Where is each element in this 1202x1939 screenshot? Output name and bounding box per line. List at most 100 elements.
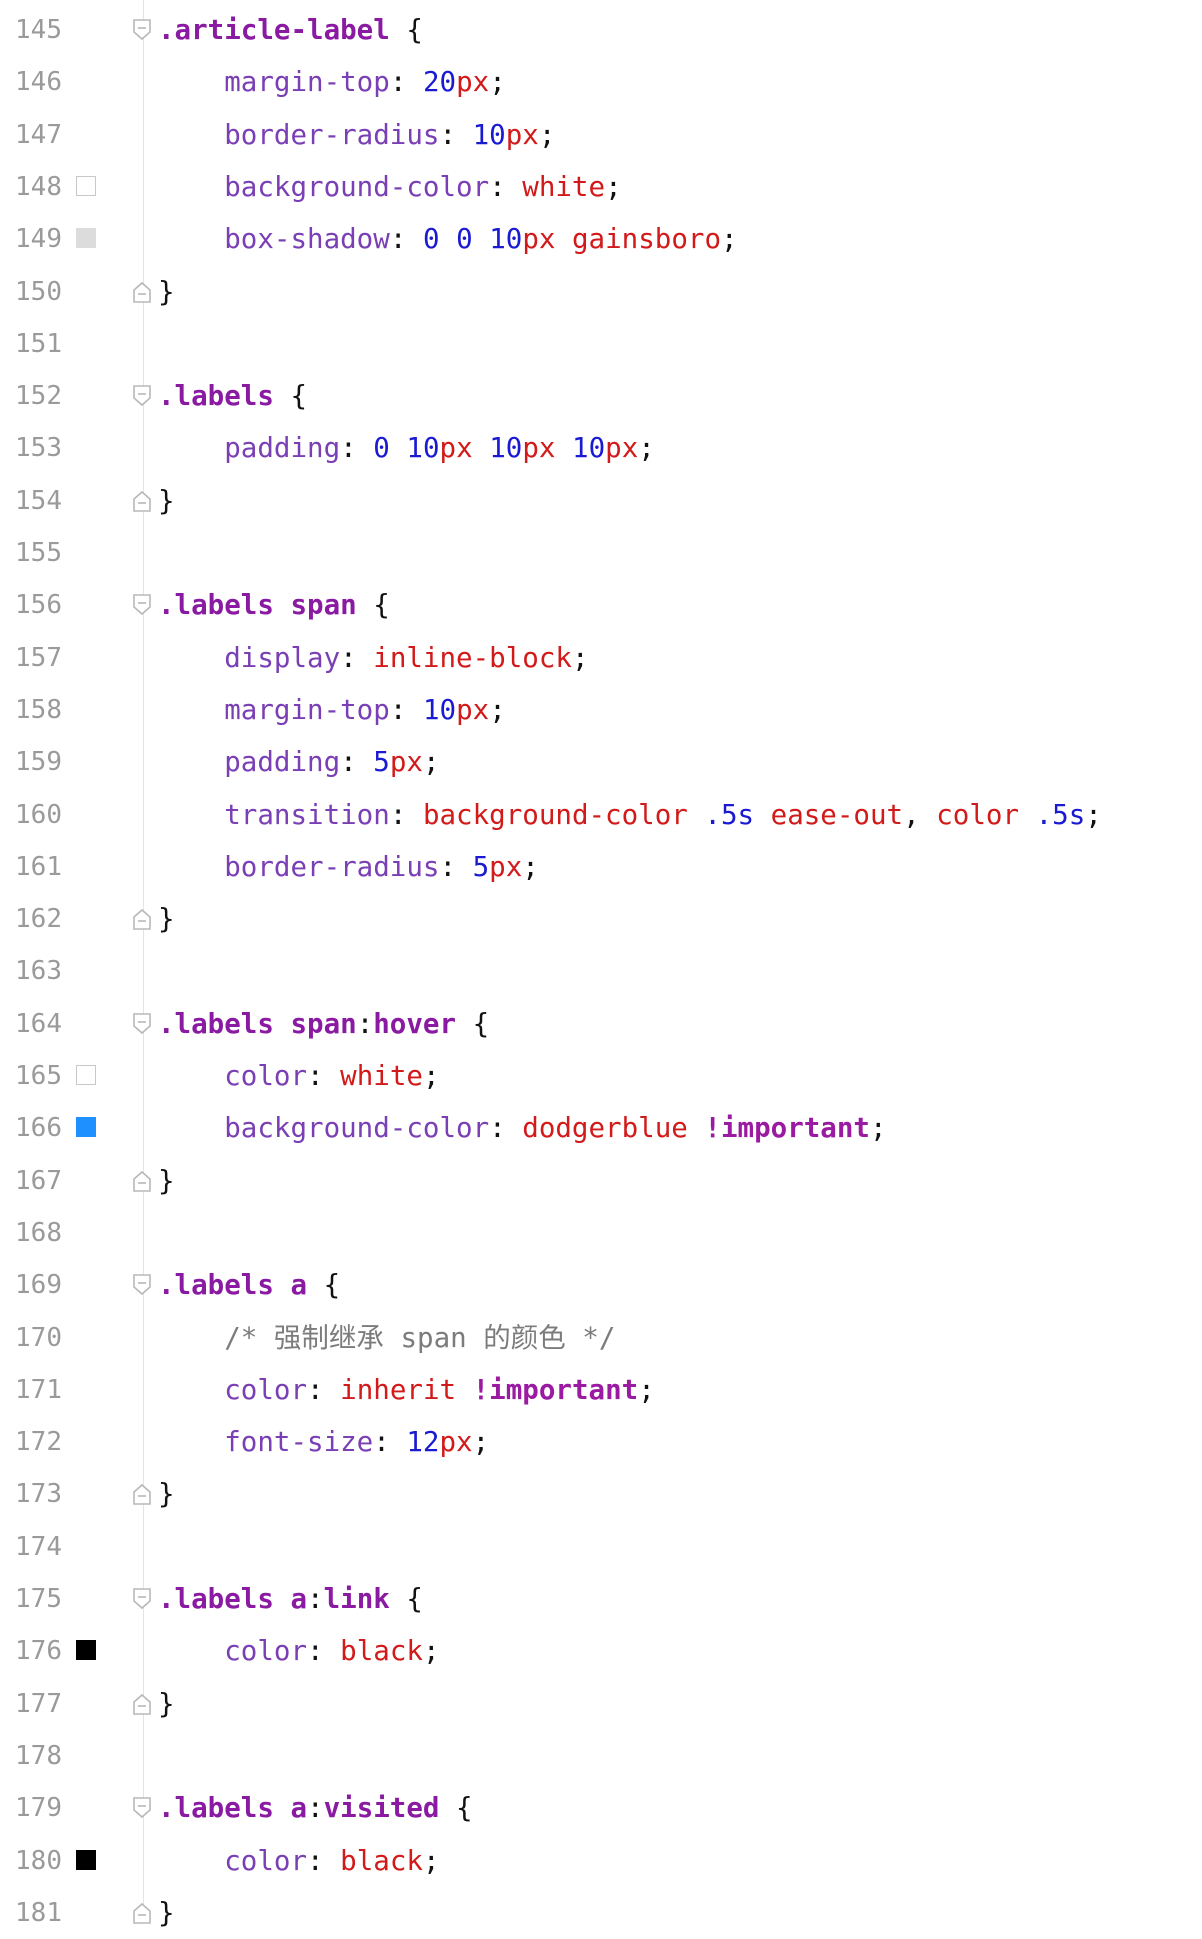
code-line[interactable]: 150} <box>0 266 1202 318</box>
line-number: 163 <box>15 956 62 987</box>
code-text: color: inherit !important; <box>158 1364 655 1416</box>
code-line[interactable]: 149 box-shadow: 0 0 10px gainsboro; <box>0 213 1202 265</box>
code-token: color <box>936 798 1020 831</box>
fold-end-icon[interactable] <box>132 1483 152 1510</box>
code-line[interactable]: 147 border-radius: 10px; <box>0 109 1202 161</box>
code-token: : <box>356 1007 374 1040</box>
code-text: } <box>158 893 175 945</box>
code-line[interactable]: 175 .labels a:link { <box>0 1573 1202 1625</box>
code-token: ; <box>422 1060 440 1092</box>
code-line[interactable]: 157 display: inline-block; <box>0 632 1202 684</box>
fold-collapse-icon[interactable] <box>132 594 152 621</box>
code-line[interactable]: 165 color: white; <box>0 1050 1202 1102</box>
code-token: px <box>456 66 490 99</box>
color-swatch-icon[interactable] <box>76 1065 96 1085</box>
fold-end-icon[interactable] <box>132 1693 152 1720</box>
color-swatch-icon[interactable] <box>76 175 96 196</box>
code-line[interactable]: 178 <box>0 1730 1202 1782</box>
code-text: color: black; <box>158 1625 439 1677</box>
code-line[interactable]: 159 padding: 5px; <box>0 736 1202 788</box>
line-number: 159 <box>15 747 62 778</box>
code-line[interactable]: 179 .labels a:visited { <box>0 1782 1202 1834</box>
color-swatch-icon[interactable] <box>76 228 96 249</box>
line-number: 165 <box>15 1061 62 1091</box>
code-token: 强制继承 <box>273 1321 384 1354</box>
code-text: color: white; <box>158 1050 440 1102</box>
code-line[interactable]: 177} <box>0 1678 1202 1730</box>
code-token: 10 <box>472 118 506 151</box>
code-line[interactable]: 166 background-color: dodgerblue !import… <box>0 1102 1202 1154</box>
code-line[interactable]: 156 .labels span { <box>0 579 1202 631</box>
code-text: padding: 5px; <box>158 736 439 788</box>
code-line[interactable]: 145 .article-label { <box>0 4 1202 56</box>
fold-end-icon[interactable] <box>132 1902 152 1929</box>
code-line[interactable]: 172 font-size: 12px; <box>0 1416 1202 1468</box>
code-line[interactable]: 164 .labels span:hover { <box>0 998 1202 1050</box>
code-token: { <box>273 380 308 413</box>
code-line[interactable]: 176 color: black; <box>0 1625 1202 1677</box>
fold-end-icon[interactable] <box>132 908 152 935</box>
code-token: background-color <box>422 798 688 831</box>
code-line[interactable]: 173} <box>0 1468 1202 1520</box>
code-line[interactable]: 168 <box>0 1207 1202 1259</box>
code-token: 10 <box>489 432 523 465</box>
line-number: 154 <box>15 485 62 516</box>
code-token: .labels span <box>158 589 357 622</box>
code-line[interactable]: 162} <box>0 893 1202 945</box>
color-swatch-icon[interactable] <box>76 1640 96 1661</box>
code-line[interactable]: 181} <box>0 1887 1202 1939</box>
code-text: .labels a { <box>158 1259 340 1311</box>
code-line[interactable]: 167} <box>0 1155 1202 1207</box>
code-token: .article-label <box>158 14 390 46</box>
color-swatch-icon[interactable] <box>76 1117 96 1138</box>
code-line[interactable]: 146 margin-top: 20px; <box>0 56 1202 108</box>
code-text: } <box>158 475 175 527</box>
line-number: 176 <box>15 1636 62 1667</box>
color-swatch-icon[interactable] <box>76 1849 96 1870</box>
code-line[interactable]: 171 color: inherit !important; <box>0 1364 1202 1416</box>
fold-collapse-icon[interactable] <box>132 1797 152 1824</box>
code-line[interactable]: 163 <box>0 945 1202 997</box>
code-token: ease-out <box>770 798 904 831</box>
code-line[interactable]: 160 transition: background-color .5s eas… <box>0 789 1202 841</box>
code-line[interactable]: 153 padding: 0 10px 10px 10px; <box>0 422 1202 474</box>
line-number: 181 <box>15 1897 62 1928</box>
code-token: { <box>439 1792 473 1825</box>
code-token: transition <box>224 798 390 831</box>
code-line[interactable]: 180 color: black; <box>0 1835 1202 1887</box>
fold-end-icon[interactable] <box>132 281 152 308</box>
code-line[interactable]: 151 <box>0 318 1202 370</box>
code-line[interactable]: 154} <box>0 475 1202 527</box>
code-line[interactable]: 152 .labels { <box>0 370 1202 422</box>
code-editor[interactable]: 145 .article-label {146 margin-top: 20px;… <box>0 0 1202 1929</box>
code-line[interactable]: 158 margin-top: 10px; <box>0 684 1202 736</box>
line-number: 158 <box>15 694 62 725</box>
code-line[interactable]: 174 <box>0 1521 1202 1573</box>
fold-collapse-icon[interactable] <box>132 1274 152 1301</box>
code-token: black <box>340 1635 423 1668</box>
code-token: visited <box>323 1792 440 1825</box>
fold-end-icon[interactable] <box>132 1170 152 1197</box>
code-line[interactable]: 161 border-radius: 5px; <box>0 841 1202 893</box>
fold-collapse-icon[interactable] <box>132 1012 152 1040</box>
code-token: { <box>389 1583 423 1615</box>
code-line[interactable]: 155 <box>0 527 1202 579</box>
code-text: .labels span:hover { <box>158 998 489 1050</box>
code-line[interactable]: 148 background-color: white; <box>0 161 1202 213</box>
fold-collapse-icon[interactable] <box>132 385 152 412</box>
fold-collapse-icon[interactable] <box>132 1588 152 1615</box>
code-token: : <box>307 1583 324 1615</box>
line-number: 164 <box>15 1008 62 1039</box>
code-line[interactable]: 170 /* 强制继承 span 的颜色 */ <box>0 1312 1202 1364</box>
fold-end-icon[interactable] <box>132 490 152 517</box>
code-line[interactable]: 169 .labels a { <box>0 1259 1202 1311</box>
fold-collapse-icon[interactable] <box>132 19 152 46</box>
code-token: 12 <box>406 1426 440 1459</box>
